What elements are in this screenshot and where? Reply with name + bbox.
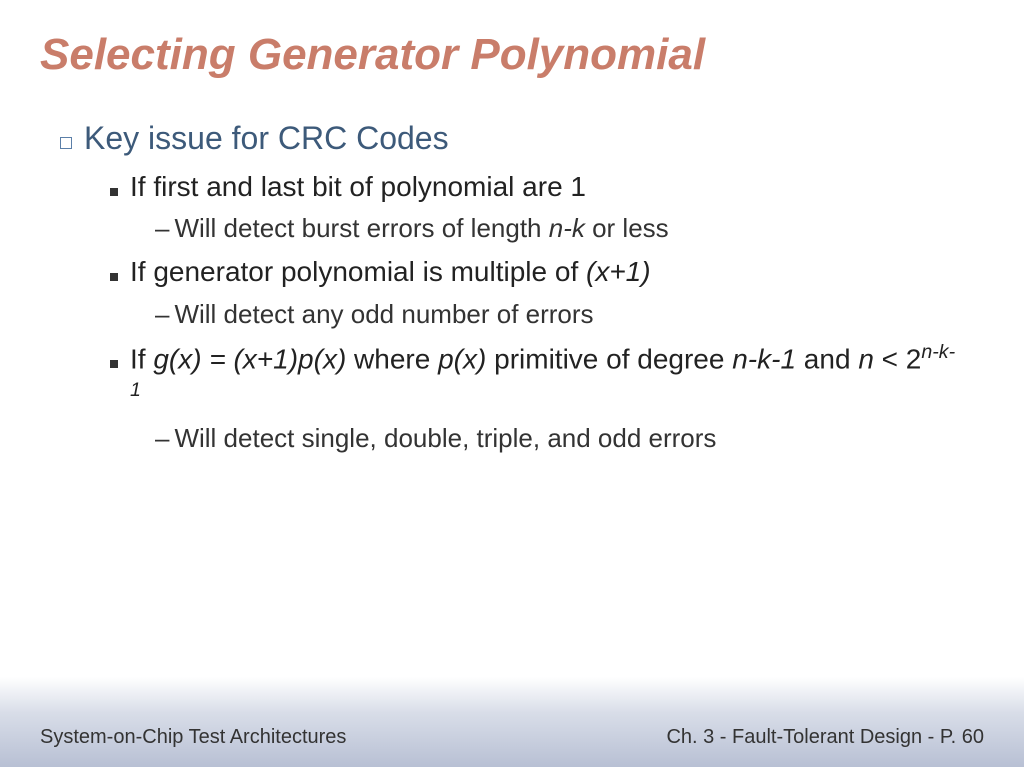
bullet-level1: Key issue for CRC Codes bbox=[60, 120, 964, 157]
slide-title: Selecting Generator Polynomial bbox=[0, 0, 1024, 100]
footer: System-on-Chip Test Architectures Ch. 3 … bbox=[0, 677, 1024, 767]
level2-text: If g(x) = (x+1)p(x) where p(x) primitive… bbox=[130, 340, 964, 415]
footer-left: System-on-Chip Test Architectures bbox=[40, 726, 346, 749]
square-solid-icon bbox=[110, 360, 118, 368]
slide-content: Key issue for CRC Codes If first and las… bbox=[0, 100, 1024, 457]
square-solid-icon bbox=[110, 273, 118, 281]
bullet-level3: – Will detect single, double, triple, an… bbox=[155, 421, 964, 456]
level2-text: If generator polynomial is multiple of (… bbox=[130, 254, 651, 290]
dash-icon: – bbox=[155, 423, 169, 454]
bullet-level3: – Will detect burst errors of length n-k… bbox=[155, 211, 964, 246]
bullet-level2: If generator polynomial is multiple of (… bbox=[110, 254, 964, 290]
square-solid-icon bbox=[110, 188, 118, 196]
level3-text: Will detect single, double, triple, and … bbox=[174, 421, 716, 456]
level1-text: Key issue for CRC Codes bbox=[84, 120, 449, 157]
dash-icon: – bbox=[155, 299, 169, 330]
dash-icon: – bbox=[155, 213, 169, 244]
level3-text: Will detect burst errors of length n-k o… bbox=[174, 211, 668, 246]
bullet-level2: If first and last bit of polynomial are … bbox=[110, 169, 964, 205]
level2-text: If first and last bit of polynomial are … bbox=[130, 169, 586, 205]
level3-text: Will detect any odd number of errors bbox=[174, 297, 593, 332]
bullet-level2: If g(x) = (x+1)p(x) where p(x) primitive… bbox=[110, 340, 964, 415]
square-outline-icon bbox=[60, 137, 72, 149]
footer-right: Ch. 3 - Fault-Tolerant Design - P. 60 bbox=[666, 726, 984, 749]
bullet-level3: – Will detect any odd number of errors bbox=[155, 297, 964, 332]
